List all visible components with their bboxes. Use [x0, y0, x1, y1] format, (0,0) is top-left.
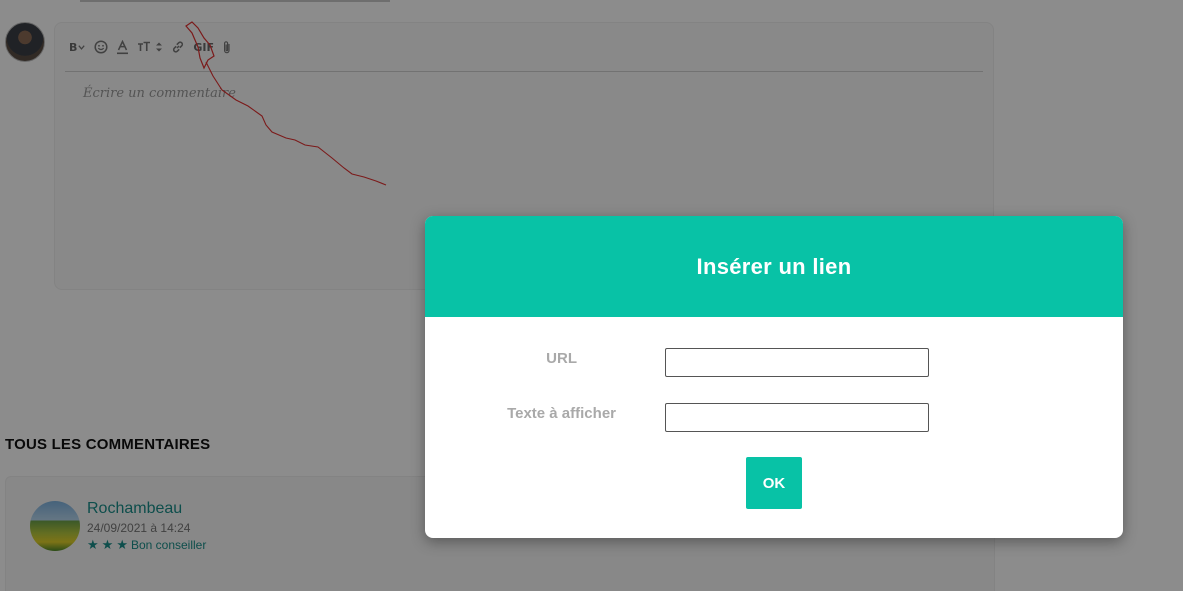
dialog-header: Insérer un lien — [425, 216, 1123, 317]
insert-link-dialog: Insérer un lien URL Texte à afficher OK — [425, 216, 1123, 538]
display-text-input[interactable] — [665, 403, 929, 432]
url-input[interactable] — [665, 348, 929, 377]
ok-button[interactable]: OK — [746, 457, 802, 509]
url-label: URL — [546, 350, 577, 367]
display-text-label: Texte à afficher — [507, 405, 616, 422]
dialog-title: Insérer un lien — [696, 253, 852, 279]
